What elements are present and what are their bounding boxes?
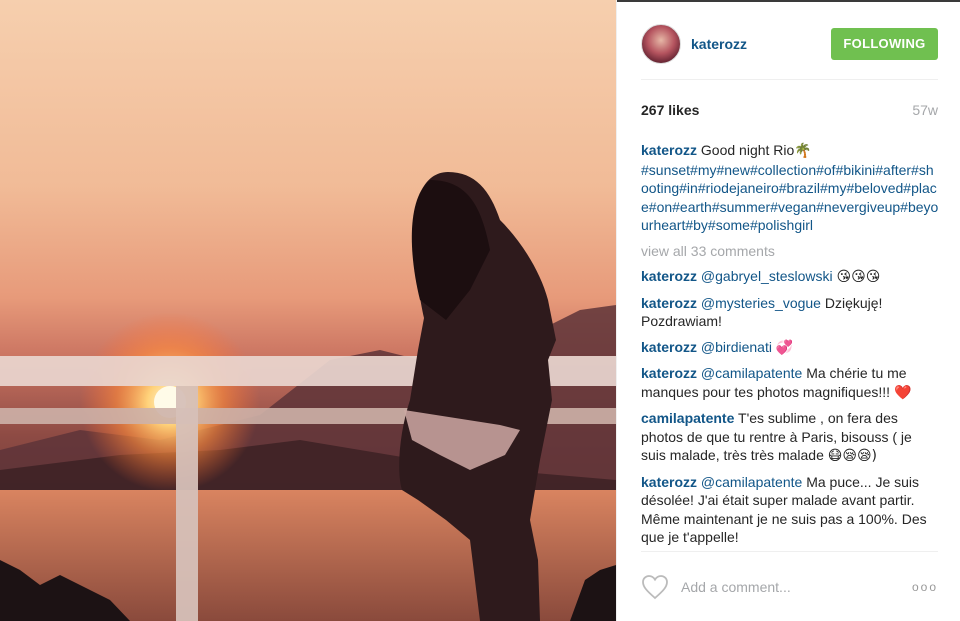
comments-list[interactable]: katerozz Good night Rio🌴 #sunset#my#new#… — [641, 141, 940, 551]
avatar[interactable] — [641, 23, 681, 64]
comment-item: katerozz @mysteries_vogue Dziękuję! Pozd… — [641, 294, 940, 331]
add-comment-input[interactable] — [681, 578, 901, 595]
add-comment-bar: ooo — [641, 551, 938, 621]
comment-username[interactable]: katerozz — [641, 268, 697, 284]
comment-username[interactable]: katerozz — [641, 365, 697, 381]
comment-mention[interactable]: @camilapatente — [701, 474, 802, 490]
caption-hashtags[interactable]: #sunset#my#new#collection#of#bikini#afte… — [641, 161, 940, 235]
comment-mention[interactable]: @gabryel_steslowski — [701, 268, 833, 284]
comment-username[interactable]: katerozz — [641, 339, 697, 355]
comment-emoji: 💞 — [775, 339, 794, 356]
post-dialog: katerozz FOLLOWING 267 likes 57w kateroz… — [0, 0, 960, 621]
comment-username[interactable]: katerozz — [641, 474, 697, 490]
caption-text: Good night Rio — [700, 142, 795, 158]
comment-emoji: 😘😘😘 — [836, 269, 881, 285]
view-all-comments-link[interactable]: view all 33 comments — [641, 242, 940, 261]
following-button[interactable]: FOLLOWING — [831, 27, 938, 60]
post-time[interactable]: 57w — [912, 102, 938, 122]
likes-count[interactable]: 267 likes — [641, 102, 699, 122]
post-photo[interactable] — [0, 0, 616, 621]
post-header: katerozz FOLLOWING — [641, 18, 938, 80]
palm-tree-emoji: 🌴 — [794, 143, 812, 159]
more-options-icon[interactable]: ooo — [912, 580, 938, 594]
post-side-panel: katerozz FOLLOWING 267 likes 57w kateroz… — [616, 0, 960, 621]
comment-mention[interactable]: @camilapatente — [701, 365, 802, 381]
comment-item: katerozz @camilapatente Ma chérie tu me … — [641, 364, 940, 402]
header-username[interactable]: katerozz — [691, 36, 747, 52]
comment-emoji: ❤️ — [893, 384, 912, 401]
caption-username[interactable]: katerozz — [641, 142, 697, 158]
comment-username[interactable]: camilapatente — [641, 410, 734, 426]
comment-item: katerozz @birdienati 💞 — [641, 338, 940, 358]
comment-mention[interactable]: @mysteries_vogue — [701, 295, 821, 311]
heart-outline-icon[interactable] — [641, 574, 669, 600]
post-stats: 267 likes 57w — [641, 102, 938, 122]
sunset-photo-illustration — [0, 172, 616, 621]
comment-item: katerozz @camilapatente Ma puce... Je su… — [641, 473, 940, 547]
comment-username[interactable]: katerozz — [641, 295, 697, 311]
comment-emoji: 😷😪😪) — [827, 448, 877, 464]
comment-mention[interactable]: @birdienati — [701, 339, 772, 355]
caption: katerozz Good night Rio🌴 #sunset#my#new#… — [641, 141, 940, 235]
comment-item: camilapatente T'es sublime , on fera des… — [641, 409, 940, 466]
comment-item: katerozz @gabryel_steslowski 😘😘😘 — [641, 267, 940, 287]
